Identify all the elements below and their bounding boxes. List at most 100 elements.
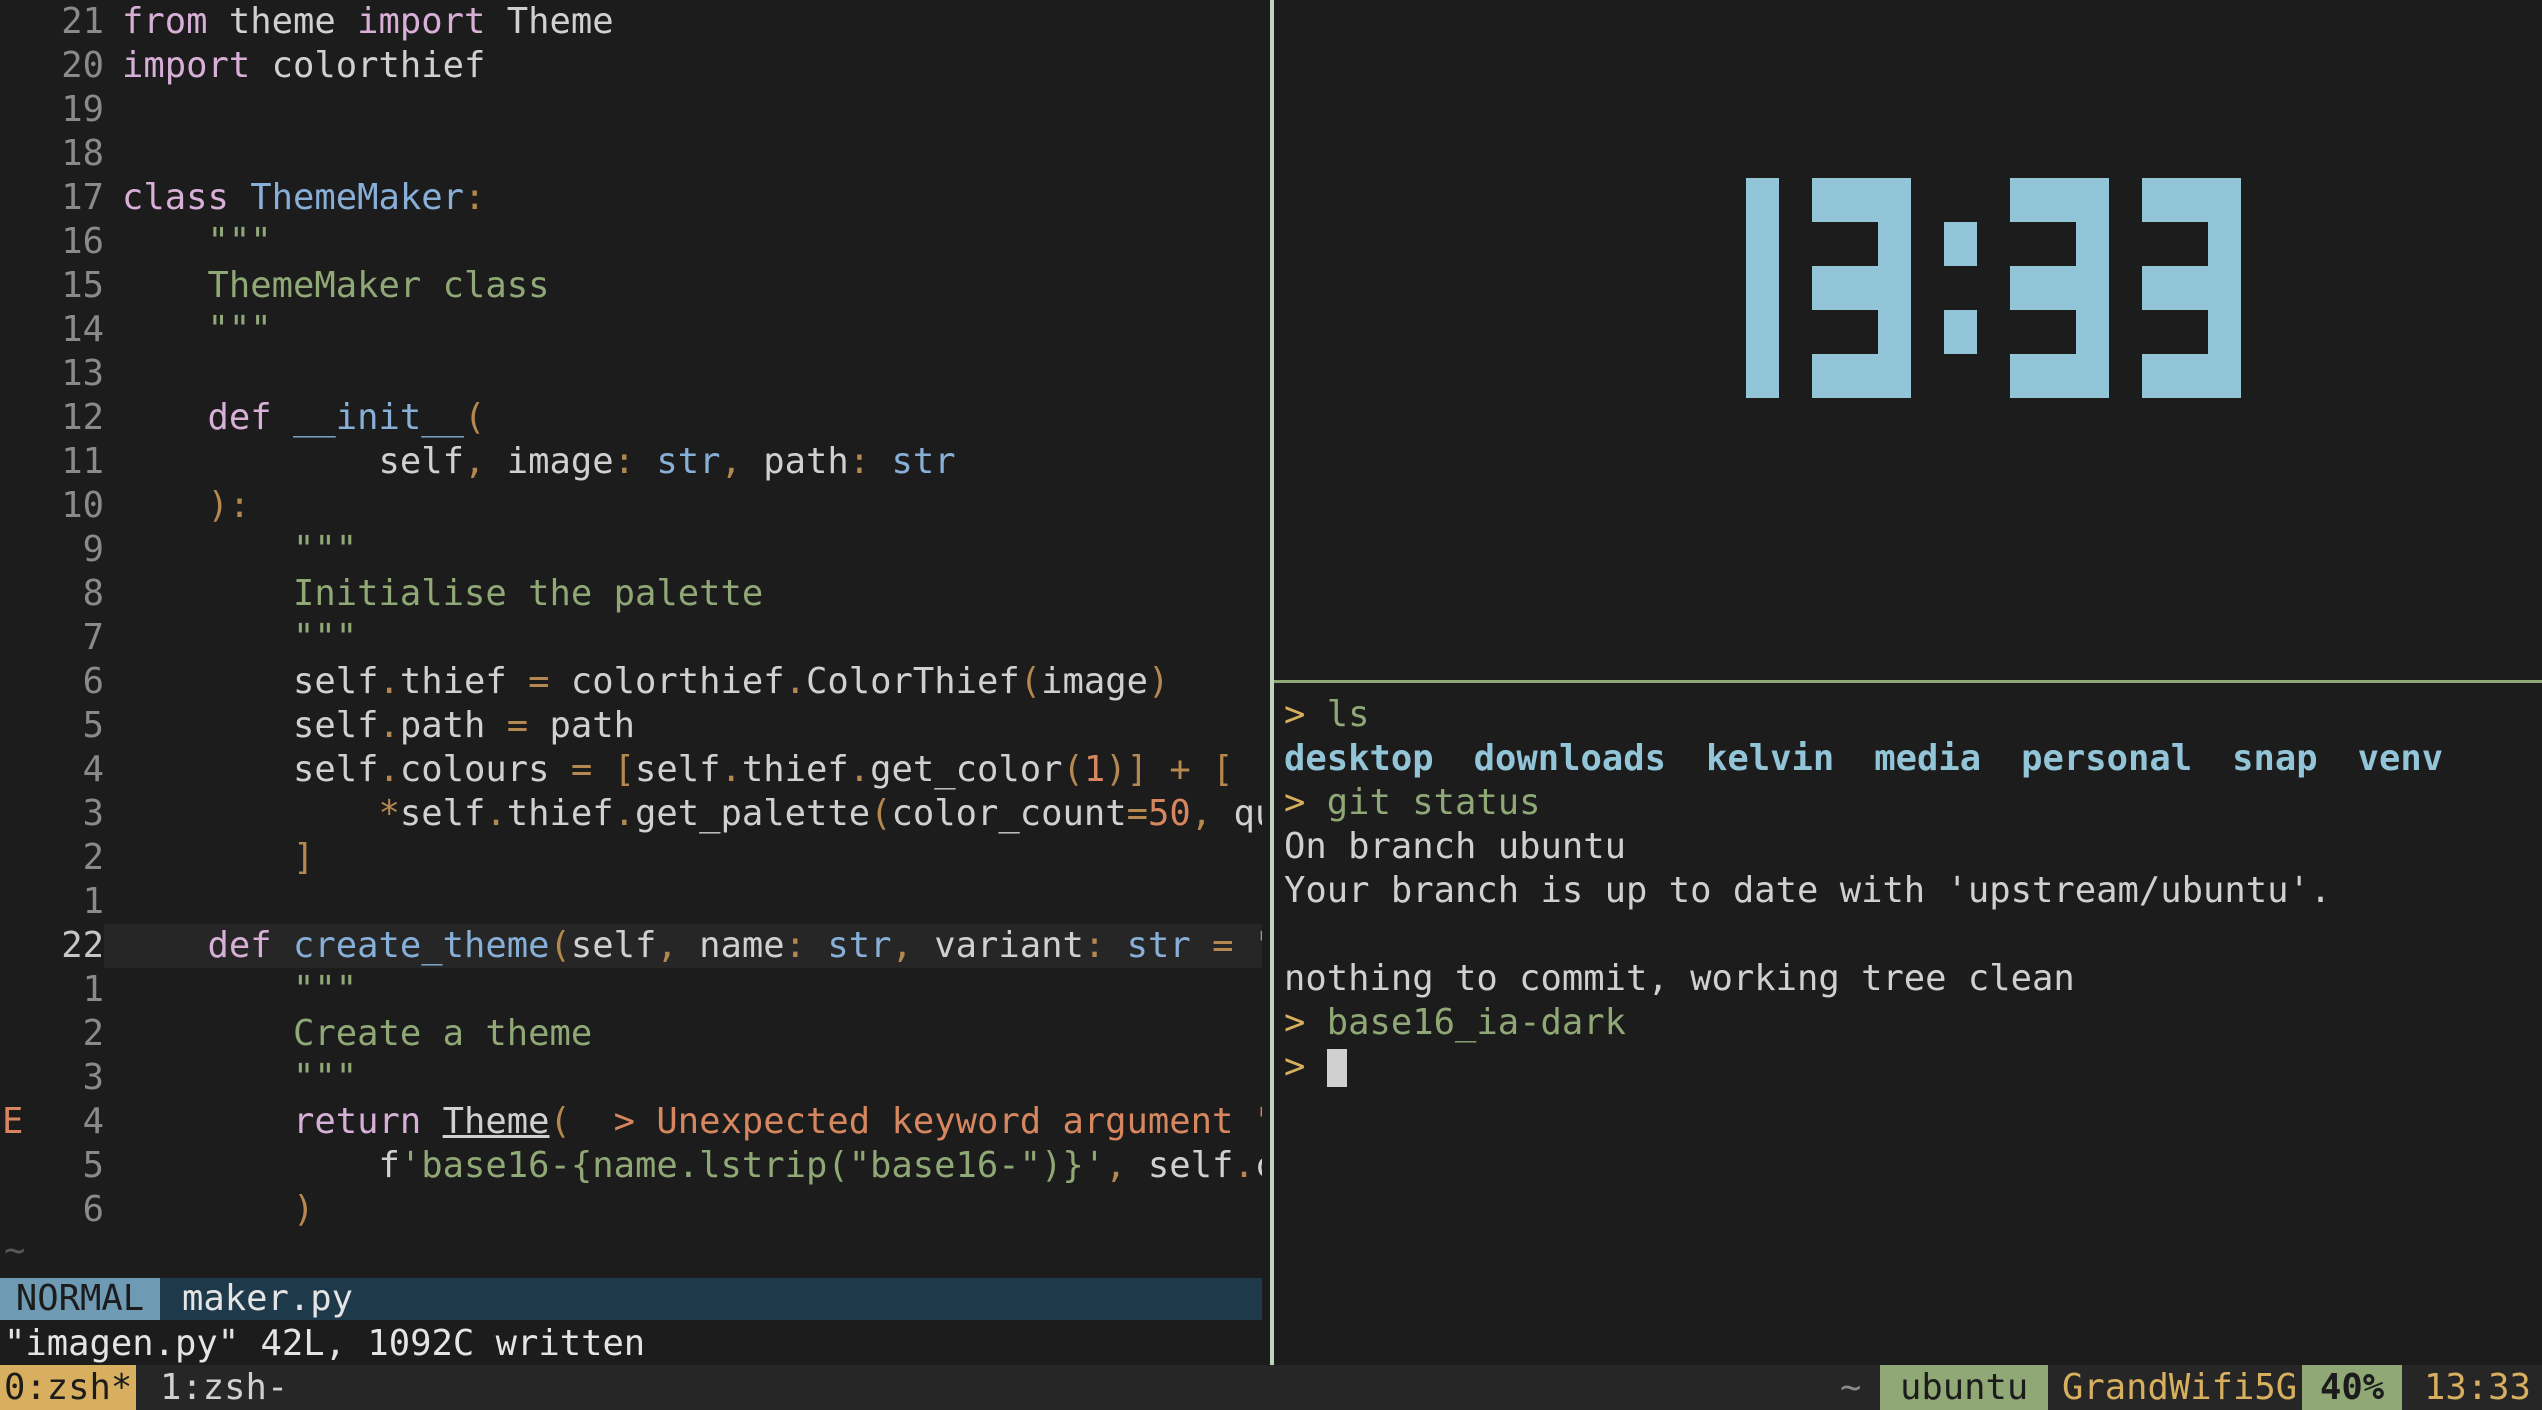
clock-block	[2175, 178, 2208, 222]
code-line[interactable]: 21 from theme import Theme	[0, 0, 1262, 44]
vim-editor-pane[interactable]: 21 from theme import Theme 20 import colort…	[0, 0, 1270, 1365]
code-line[interactable]: 22 def create_theme(self, name: str, var…	[0, 924, 1262, 968]
code-token: [	[1212, 749, 1234, 790]
code-line[interactable]: 3 *self.thief.get_palette(color_count=50…	[0, 792, 1262, 836]
end-of-buffer-tilde: ~	[4, 1230, 26, 1271]
code-token: (	[870, 793, 892, 834]
code-line[interactable]: 10 ):	[0, 484, 1262, 528]
code-token: .	[784, 661, 806, 702]
code-token: self	[570, 925, 657, 966]
code-line[interactable]: 7 """	[0, 616, 1262, 660]
line-number: 8	[82, 573, 104, 614]
code-token: quali	[1233, 793, 1262, 834]
code-line[interactable]: 2 Create a theme	[0, 1012, 1262, 1056]
line-number: 10	[61, 485, 104, 526]
code-line[interactable]: 20 import colorthief	[0, 44, 1262, 88]
code-text: """	[122, 220, 1262, 264]
code-line[interactable]: 3 """	[0, 1056, 1262, 1100]
code-line[interactable]: 5 f'base16-{name.lstrip("base16-")}', se…	[0, 1144, 1262, 1188]
code-line[interactable]: 6 )	[0, 1188, 1262, 1232]
clock-block	[2208, 178, 2241, 222]
terminal-cursor[interactable]	[1326, 1049, 1347, 1087]
code-text: self.path = path	[122, 704, 1262, 748]
code-token: """	[292, 969, 358, 1010]
code-token: 'base16-{name.lstrip("base16-")}'	[399, 1145, 1106, 1186]
code-line[interactable]: E4 return Theme( > Unexpected keyword ar…	[0, 1100, 1262, 1144]
code-line[interactable]: 8 Initialise the palette	[0, 572, 1262, 616]
line-number: 17	[61, 177, 104, 218]
code-text: """	[122, 528, 1262, 572]
vim-statusline: NORMAL maker.py	[0, 1278, 1262, 1320]
code-token: ,	[1105, 1145, 1127, 1186]
code-line[interactable]: 18	[0, 132, 1262, 176]
code-text: import colorthief	[122, 44, 1262, 88]
clock-block	[1845, 178, 1878, 222]
code-token: self	[1126, 1145, 1234, 1186]
code-line[interactable]: 12 def __init__(	[0, 396, 1262, 440]
code-line[interactable]: 13	[0, 352, 1262, 396]
code-token: ThemeMaker	[250, 177, 464, 218]
code-token: [	[613, 749, 635, 790]
code-line[interactable]: 19	[0, 88, 1262, 132]
code-line[interactable]: 9 """	[0, 528, 1262, 572]
clock-block	[1812, 354, 1845, 398]
code-text: """	[122, 1056, 1262, 1100]
clock-block	[2175, 266, 2208, 310]
code-line[interactable]: 5 self.path = path	[0, 704, 1262, 748]
code-text: """	[122, 616, 1262, 660]
code-token: f	[122, 1145, 400, 1186]
code-token: =	[528, 661, 550, 702]
battery-level: 40%	[2302, 1365, 2403, 1410]
code-token: .	[378, 749, 400, 790]
code-line[interactable]: 15 ThemeMaker class	[0, 264, 1262, 308]
directory-entry: desktop	[1284, 738, 1434, 779]
code-line[interactable]: 17 class ThemeMaker:	[0, 176, 1262, 220]
code-area[interactable]: 21 from theme import Theme 20 import colort…	[0, 0, 1262, 1232]
clock-block	[2076, 266, 2109, 310]
code-line[interactable]: 16 """	[0, 220, 1262, 264]
terminal-line: > git status	[1284, 781, 1540, 825]
code-token: theme	[207, 1, 358, 42]
code-token: """	[292, 617, 358, 658]
code-token: :	[463, 177, 486, 218]
line-number: 21	[61, 1, 104, 42]
code-line[interactable]: 6 self.thief = colorthief.ColorThief(ima…	[0, 660, 1262, 704]
code-token: =	[1212, 925, 1234, 966]
terminal-pane[interactable]: > ls desktop downloads kelvin media personal s…	[1274, 683, 2542, 1365]
code-text: f'base16-{name.lstrip("base16-")}', self…	[122, 1144, 1262, 1188]
clock-block	[1845, 354, 1878, 398]
code-line[interactable]: 4 self.colours = [self.thief.get_color(1…	[0, 748, 1262, 792]
line-number: 15	[61, 265, 104, 306]
code-line[interactable]: 14 """	[0, 308, 1262, 352]
code-line[interactable]: 2 ]	[0, 836, 1262, 880]
code-token: (	[1019, 661, 1042, 702]
code-token: get_color	[870, 749, 1063, 790]
shell-prompt: >	[1284, 694, 1306, 735]
code-line[interactable]: 1	[0, 880, 1262, 924]
code-token: def	[207, 397, 272, 438]
clock-block	[1746, 178, 1779, 222]
code-text: return Theme( > Unexpected keyword argum…	[122, 1100, 1262, 1144]
tmux-window-1[interactable]: 1:zsh-	[160, 1365, 288, 1410]
code-token: ,	[656, 925, 678, 966]
tmux-window-0[interactable]: 0:zsh*	[0, 1365, 137, 1410]
code-token: """	[292, 1057, 358, 1098]
line-number: 2	[82, 1013, 104, 1054]
directory-entry: kelvin	[1705, 738, 1835, 779]
code-line[interactable]: 11 self, image: str, path: str	[0, 440, 1262, 484]
line-number: 14	[61, 309, 104, 350]
code-text: Initialise the palette	[122, 572, 1262, 616]
clock-block	[2043, 266, 2076, 310]
vim-command-line[interactable]: "imagen.py" 42L, 1092C written	[4, 1322, 645, 1366]
clock-pane[interactable]	[1274, 0, 2542, 680]
code-line[interactable]: 1 """	[0, 968, 1262, 1012]
code-token: colorthief	[250, 45, 486, 86]
line-number: 5	[82, 1145, 104, 1186]
mode-indicator: NORMAL	[0, 1278, 160, 1320]
code-token: path	[528, 705, 635, 746]
